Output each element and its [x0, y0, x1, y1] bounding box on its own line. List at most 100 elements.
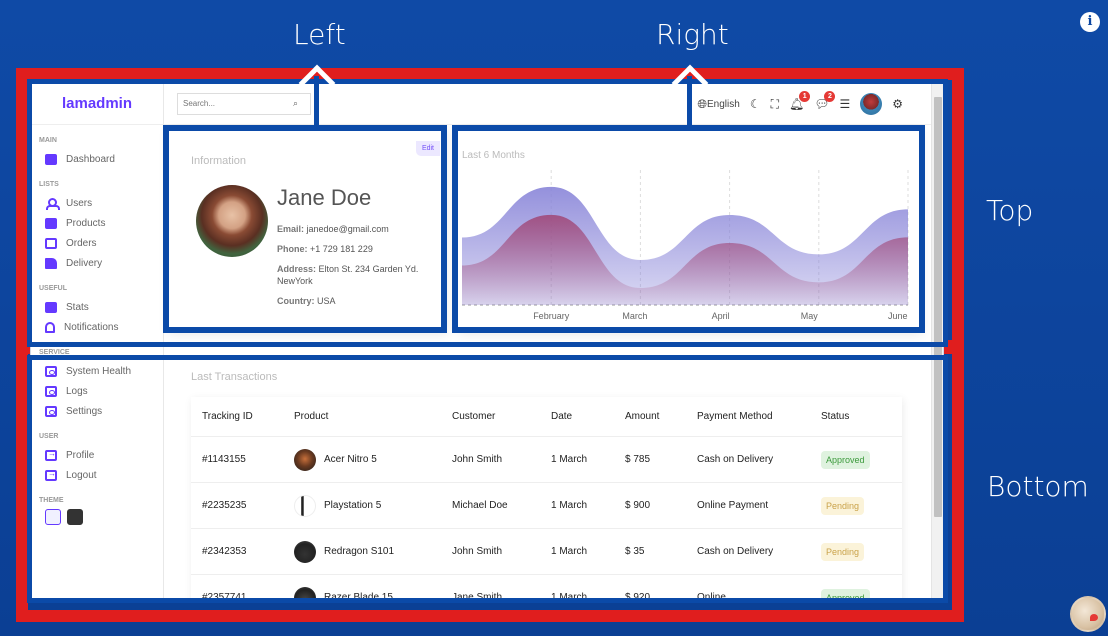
- edit-button[interactable]: Edit: [415, 141, 440, 156]
- profile-icon: [45, 449, 57, 461]
- amount-cell: $ 785: [625, 454, 651, 465]
- sidebar-item-label: Settings: [66, 405, 103, 417]
- search-input[interactable]: [183, 99, 293, 108]
- scrollbar[interactable]: [931, 83, 943, 601]
- address-row: Address: Elton St. 234 Garden Yd. NewYor…: [277, 263, 427, 287]
- bell-icon: [45, 321, 55, 333]
- profile-name: Jane Doe: [277, 185, 372, 210]
- sidebar-item-label: Users: [66, 197, 93, 209]
- sidebar-item-notifications[interactable]: Notifications: [31, 317, 163, 337]
- sidebar-item-label: Stats: [66, 301, 89, 313]
- customer-cell: John Smith: [452, 546, 503, 557]
- amount-cell: $ 35: [625, 546, 645, 557]
- area-chart: February March April May June: [462, 170, 909, 321]
- product-cell: Razer Blade 15: [294, 586, 452, 602]
- sidebar-item-logs[interactable]: Logs: [31, 381, 163, 401]
- x-tick-label: April: [712, 311, 730, 321]
- fullscreen-icon: ⛶: [770, 96, 779, 111]
- phone-row: Phone: +1 729 181 229: [277, 243, 427, 255]
- settings-button[interactable]: ⚙: [892, 97, 903, 111]
- product-name: Playstation 5: [324, 500, 382, 511]
- credit-card-icon: [45, 237, 57, 249]
- sidebar-item-users[interactable]: Users: [31, 193, 163, 213]
- messages-button[interactable]: 💬︎ 2: [814, 91, 836, 111]
- status-badge: Pending: [821, 542, 865, 561]
- truck-icon: [45, 257, 57, 269]
- dark-mode-toggle[interactable]: ☾: [750, 97, 761, 111]
- x-tick-label: March: [622, 311, 647, 321]
- table-row[interactable]: #1143155 Acer Nitro 5 John Smith 1 March $ 7…: [191, 437, 902, 483]
- sidebar-item-products[interactable]: Products: [31, 213, 163, 233]
- scrollbar-thumb[interactable]: [934, 97, 942, 517]
- product-name: Razer Blade 15: [324, 592, 393, 602]
- tracking-id-cell: #2357741: [202, 592, 247, 602]
- tracking-id-cell: #2235235: [202, 500, 247, 511]
- amount-cell: $ 900: [625, 500, 651, 511]
- chart-widget: Last 6 Months February March April May June: [456, 125, 920, 331]
- app-window: lamadmin MAIN Dashboard LISTS Users Prod…: [30, 82, 944, 602]
- product-cell: Redragon S101: [294, 540, 452, 563]
- avatar[interactable]: [860, 93, 883, 115]
- table-row[interactable]: #2342353 Redragon S101 John Smith 1 March $ …: [191, 529, 902, 575]
- sidebar-item-profile[interactable]: Profile: [31, 445, 163, 465]
- x-tick-label: February: [533, 311, 570, 321]
- globe-icon: 🌐︎: [697, 96, 708, 111]
- moon-icon: ☾: [749, 97, 761, 111]
- product-image: [294, 586, 316, 601]
- sidebar-item-settings[interactable]: Settings: [31, 401, 163, 421]
- transactions-section: Last Transactions Tracking ID Product Cu…: [166, 351, 926, 602]
- sidebar-item-label: Delivery: [66, 257, 103, 269]
- header-payment-method: Payment Method: [697, 411, 773, 422]
- section-theme-title: THEME: [39, 497, 64, 504]
- sidebar-item-label: Dashboard: [66, 153, 115, 165]
- sidebar-item-delivery[interactable]: Delivery: [31, 253, 163, 273]
- status-cell: Pending: [821, 542, 902, 561]
- header-date: Date: [551, 411, 573, 422]
- health-icon: [45, 365, 57, 377]
- light-theme-swatch[interactable]: [45, 509, 61, 525]
- date-cell: 1 March: [551, 592, 588, 602]
- sidebar-item-label: Logs: [66, 385, 88, 397]
- messages-badge: 2: [824, 91, 836, 102]
- date-cell: 1 March: [551, 454, 588, 465]
- country-label: Country:: [277, 296, 315, 306]
- list-button[interactable]: ☰: [839, 97, 850, 111]
- sidebar-item-dashboard[interactable]: Dashboard: [31, 149, 163, 169]
- search-icon[interactable]: ⌕: [293, 98, 298, 109]
- email-value: janedoe@gmail.com: [306, 224, 389, 234]
- bottom-label: Bottom: [987, 470, 1089, 503]
- logo[interactable]: lamadmin: [31, 83, 163, 125]
- header-tracking-id: Tracking ID: [202, 411, 253, 422]
- sidebar-item-stats[interactable]: Stats: [31, 297, 163, 317]
- date-cell: 1 March: [551, 546, 588, 557]
- profile-photo: [196, 185, 268, 257]
- customer-cell: John Smith: [452, 454, 503, 465]
- dark-theme-swatch[interactable]: [67, 509, 83, 525]
- sidebar-item-label: Logout: [66, 469, 97, 481]
- sidebar-item-system-health[interactable]: System Health: [31, 361, 163, 381]
- info-icon[interactable]: i: [1080, 12, 1100, 32]
- table-row[interactable]: #2357741 Razer Blade 15 Jane Smith 1 March $…: [191, 575, 902, 602]
- section-lists-title: LISTS: [39, 181, 59, 188]
- customer-cell: Jane Smith: [452, 592, 503, 602]
- product-image: [294, 494, 316, 517]
- status-cell: Approved: [821, 450, 902, 469]
- status-cell: Pending: [821, 496, 902, 515]
- store-icon: [45, 217, 57, 229]
- table-row[interactable]: #2235235 Playstation 5 Michael Doe 1 March $…: [191, 483, 902, 529]
- language-selector[interactable]: 🌐︎ English: [697, 97, 739, 112]
- country-value: USA: [317, 296, 336, 306]
- phone-label: Phone:: [277, 244, 308, 254]
- right-label: Right: [656, 18, 729, 51]
- sidebar-item-orders[interactable]: Orders: [31, 233, 163, 253]
- fullscreen-button[interactable]: ⛶: [771, 97, 779, 112]
- notifications-button[interactable]: 🔔︎ 1: [789, 91, 811, 111]
- chart-icon: [45, 301, 57, 313]
- section-service-title: SERVICE: [39, 349, 70, 356]
- product-image: [294, 448, 316, 471]
- gear-icon: ⚙: [892, 97, 903, 111]
- settings-icon: [45, 405, 57, 417]
- list-icon: ☰: [839, 97, 851, 111]
- sidebar-item-logout[interactable]: Logout: [31, 465, 163, 485]
- sidebar-item-label: Orders: [66, 237, 97, 249]
